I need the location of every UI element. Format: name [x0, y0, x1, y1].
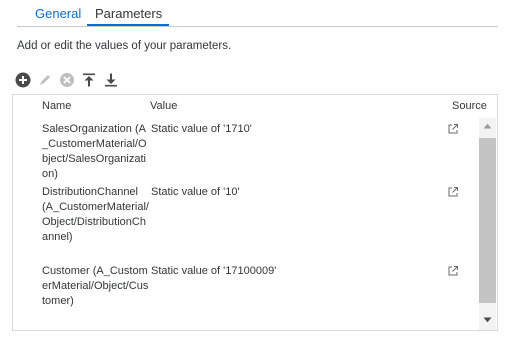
- tab-general[interactable]: General: [35, 6, 81, 21]
- edit-icon[interactable]: [37, 72, 53, 88]
- scroll-up-icon[interactable]: [479, 120, 496, 134]
- vertical-scrollbar[interactable]: [479, 118, 496, 330]
- move-to-bottom-icon[interactable]: [103, 72, 119, 88]
- add-icon[interactable]: [15, 72, 31, 88]
- external-link-icon[interactable]: [447, 186, 459, 198]
- column-header-name[interactable]: Name: [42, 100, 71, 112]
- parameter-name: DistributionChannel (A_CustomerMaterial/…: [42, 186, 149, 243]
- parameter-value: Static value of '10': [151, 186, 240, 198]
- table-row[interactable]: Customer (A_CustomerMaterial/Object/Cust…: [13, 264, 479, 326]
- tab-divider: [17, 26, 498, 27]
- parameter-value: Static value of '17100009': [151, 265, 277, 277]
- parameters-description: Add or edit the values of your parameter…: [17, 40, 232, 52]
- scrollbar-thumb[interactable]: [479, 138, 496, 303]
- table-row[interactable]: DistributionChannel (A_CustomerMaterial/…: [13, 185, 479, 260]
- tab-parameters[interactable]: Parameters: [95, 6, 162, 21]
- parameter-name: Customer (A_CustomerMaterial/Object/Cust…: [42, 265, 149, 307]
- column-header-source[interactable]: Source: [452, 100, 487, 112]
- external-link-icon[interactable]: [447, 123, 459, 135]
- external-link-icon[interactable]: [447, 265, 459, 277]
- table-row[interactable]: SalesOrganization (A_CustomerMaterial/Ob…: [13, 122, 479, 182]
- parameters-toolbar: [15, 72, 135, 88]
- tab-bar: General Parameters: [0, 0, 512, 28]
- scroll-down-icon[interactable]: [479, 314, 496, 328]
- parameter-value: Static value of '1710': [151, 123, 252, 135]
- column-header-value[interactable]: Value: [150, 100, 177, 112]
- parameter-name: SalesOrganization (A_CustomerMaterial/Ob…: [42, 123, 147, 180]
- parameters-table: Name Value Source SalesOrganization (A_C…: [12, 94, 498, 331]
- move-to-top-icon[interactable]: [81, 72, 97, 88]
- delete-icon[interactable]: [59, 72, 75, 88]
